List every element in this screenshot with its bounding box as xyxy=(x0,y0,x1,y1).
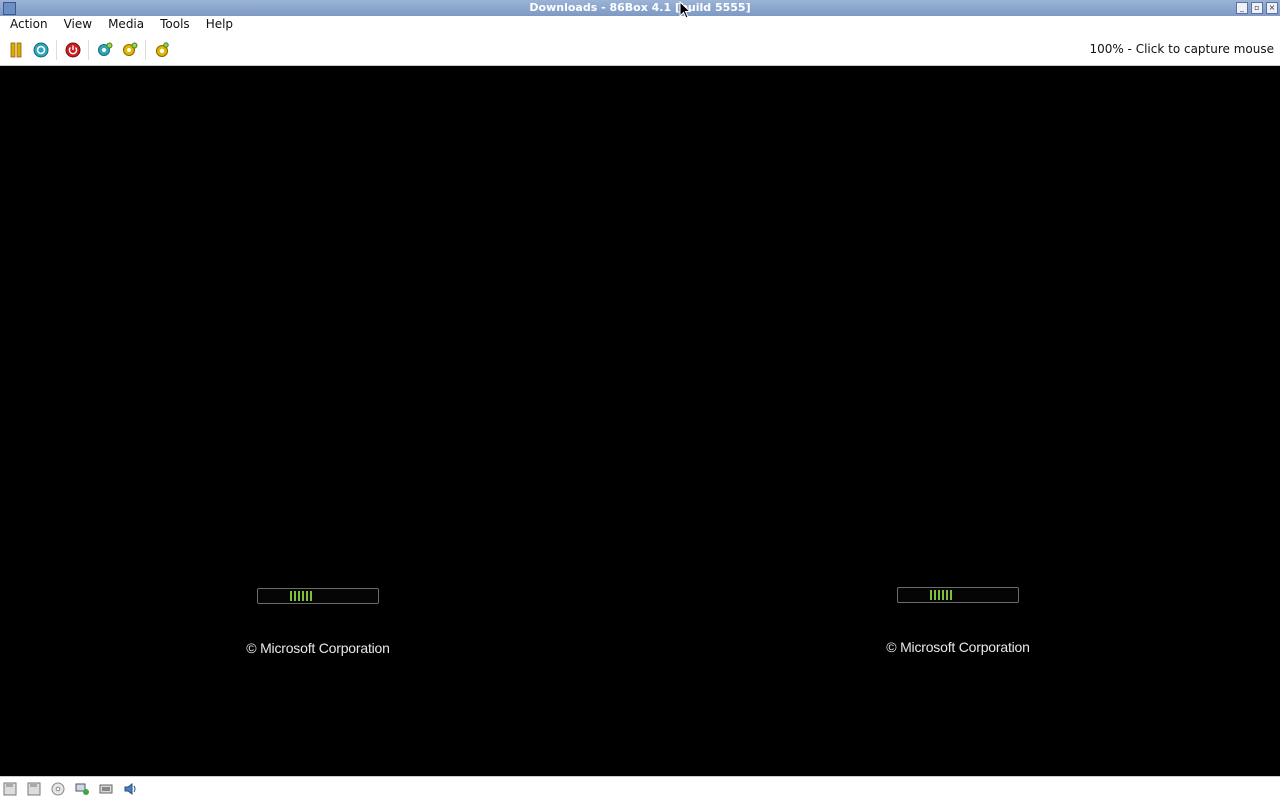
boot-progress-bar xyxy=(257,588,379,604)
pause-icon[interactable] xyxy=(8,42,24,58)
toolbar-separator xyxy=(88,40,89,60)
hard-reset-icon[interactable] xyxy=(122,42,138,58)
settings-icon[interactable] xyxy=(97,42,113,58)
menu-media[interactable]: Media xyxy=(103,16,150,34)
boot-progress-marquee xyxy=(930,590,954,600)
boot-progress-marquee xyxy=(290,591,314,601)
boot-screen-right: © Microsoft Corporation xyxy=(858,587,1058,655)
hard-disk-icon[interactable] xyxy=(99,782,113,796)
toolbar: 100% - Click to capture mouse xyxy=(0,34,1280,66)
copyright-text: © Microsoft Corporation xyxy=(886,639,1030,655)
power-icon[interactable] xyxy=(65,42,81,58)
network-icon[interactable] xyxy=(75,782,89,796)
restore-button[interactable]: ▫ xyxy=(1251,2,1263,14)
sound-icon[interactable] xyxy=(123,782,137,796)
screenshot-icon[interactable] xyxy=(154,42,170,58)
status-bar xyxy=(0,776,1280,801)
floppy-icon[interactable] xyxy=(3,782,17,796)
window-title: Downloads - 86Box 4.1 [build 5555] xyxy=(529,1,751,14)
window-controls: _ ▫ × xyxy=(1236,2,1278,14)
menu-bar: Action View Media Tools Help xyxy=(0,16,1280,34)
toolbar-separator xyxy=(145,40,146,60)
menu-action[interactable]: Action xyxy=(0,16,54,34)
ctrl-alt-del-icon[interactable] xyxy=(33,42,49,58)
minimize-button[interactable]: _ xyxy=(1236,2,1248,14)
floppy-icon[interactable] xyxy=(27,782,41,796)
close-button[interactable]: × xyxy=(1266,2,1278,14)
capture-mouse-status[interactable]: 100% - Click to capture mouse xyxy=(1089,42,1274,56)
copyright-text: © Microsoft Corporation xyxy=(246,640,390,656)
title-bar: Downloads - 86Box 4.1 [build 5555] _ ▫ × xyxy=(0,0,1280,17)
mouse-cursor-icon xyxy=(679,1,691,19)
menu-tools[interactable]: Tools xyxy=(155,16,196,34)
toolbar-separator xyxy=(56,40,57,60)
menu-help[interactable]: Help xyxy=(201,16,239,34)
emulator-screen[interactable]: © Microsoft Corporation © Microsoft Corp… xyxy=(0,66,1280,776)
cdrom-icon[interactable] xyxy=(51,782,65,796)
boot-progress-bar xyxy=(897,587,1019,603)
menu-view[interactable]: View xyxy=(59,16,98,34)
boot-screen-left: © Microsoft Corporation xyxy=(218,588,418,656)
